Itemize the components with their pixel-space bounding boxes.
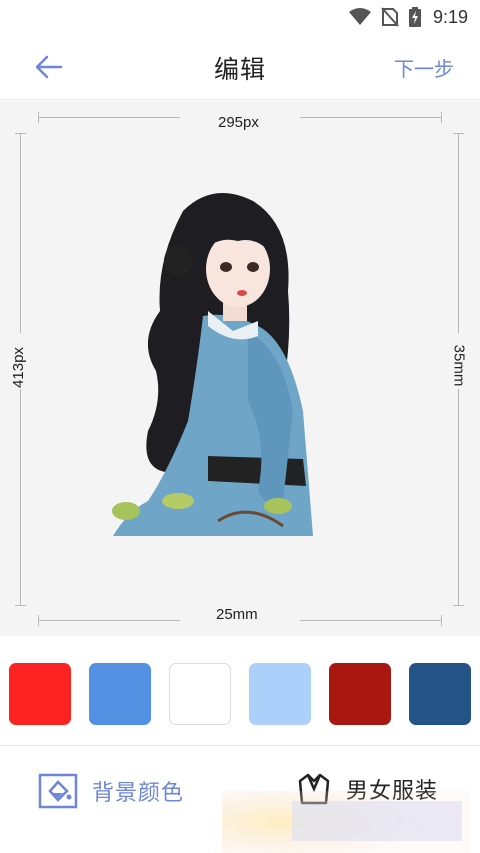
- battery-charging-icon: [408, 7, 421, 27]
- height-mm-tick-top: [453, 133, 464, 134]
- watermark-logo: [222, 791, 470, 853]
- width-mm-label: 25mm: [216, 606, 258, 623]
- width-px-label: 295px: [218, 114, 259, 131]
- width-dimension-tick-left: [38, 112, 39, 123]
- width-dimension-line-right: [300, 117, 442, 118]
- width-dimension-tick-right: [441, 112, 442, 123]
- swatch-white[interactable]: [169, 663, 231, 725]
- height-mm-line-bottom: [458, 389, 459, 605]
- height-dimension-line-top: [20, 133, 21, 333]
- swatch-blue[interactable]: [89, 663, 151, 725]
- background-color-swatches: [0, 636, 480, 746]
- height-dimension-line-bottom: [20, 389, 21, 605]
- background-color-label: 背景颜色: [92, 781, 185, 806]
- height-mm-label: 35mm: [450, 344, 468, 387]
- height-mm-line-top: [458, 133, 459, 333]
- swatch-light-blue[interactable]: [249, 663, 311, 725]
- swatch-red[interactable]: [9, 663, 71, 725]
- height-px-label: 413px: [9, 347, 27, 388]
- top-app-bar: 编辑 下一步: [0, 34, 480, 100]
- paint-bucket-icon: [38, 773, 78, 809]
- swatch-dark-red[interactable]: [329, 663, 391, 725]
- height-dimension-tick-bottom: [15, 605, 26, 606]
- height-dimension-tick-top: [15, 133, 26, 134]
- next-step-button[interactable]: 下一步: [394, 53, 454, 82]
- status-icons: 9:19: [348, 6, 468, 28]
- height-mm-tick-bottom: [453, 605, 464, 606]
- width-mm-tick-left: [38, 615, 39, 626]
- width-mm-line-left: [38, 620, 180, 621]
- status-bar: 9:19: [0, 0, 480, 34]
- photo-preview-area: 295px 413px 35mm 25mm: [0, 101, 480, 636]
- swatch-navy[interactable]: [409, 663, 471, 725]
- width-dimension-line-left: [38, 117, 180, 118]
- wifi-icon: [348, 8, 371, 25]
- status-time: 9:19: [432, 6, 468, 27]
- width-mm-line-right: [300, 620, 442, 621]
- no-sim-icon: [381, 7, 399, 27]
- portrait-photo: [112, 193, 313, 536]
- background-color-tool[interactable]: 背景颜色: [38, 773, 184, 809]
- bottom-tool-bar: 背景颜色 男女服装: [0, 747, 480, 853]
- width-mm-tick-right: [441, 615, 442, 626]
